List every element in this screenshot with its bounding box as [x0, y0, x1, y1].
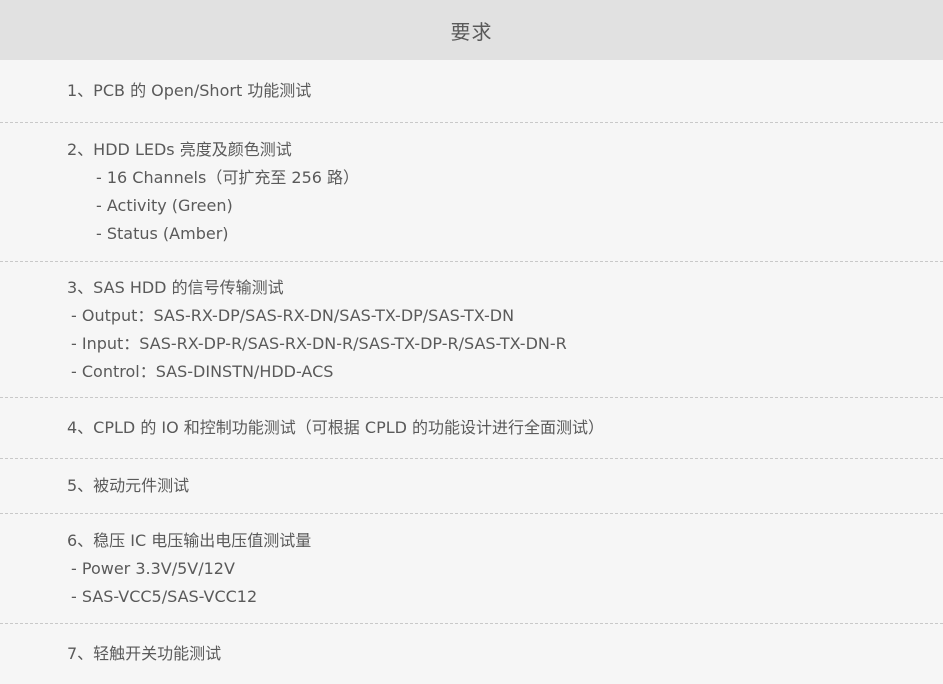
requirement-row-1: 1、PCB 的 Open/Short 功能测试	[0, 60, 943, 123]
requirement-title-4: 4、CPLD 的 IO 和控制功能测试（可根据 CPLD 的功能设计进行全面测试…	[67, 418, 605, 437]
header-title: 要求	[450, 19, 493, 44]
requirement-row-4: 4、CPLD 的 IO 和控制功能测试（可根据 CPLD 的功能设计进行全面测试…	[0, 398, 943, 459]
requirement-row-7: 7、轻触开关功能测试	[0, 624, 943, 684]
requirement-2-detail-1: - 16 Channels（可扩充至 256 路）	[96, 168, 360, 187]
requirement-row-3: 3、SAS HDD 的信号传输测试 - Output：SAS-RX-DP/SAS…	[0, 262, 943, 398]
requirement-3-detail-3: - Control：SAS-DINSTN/HDD-ACS	[71, 361, 334, 381]
requirement-3-detail-2: - Input：SAS-RX-DP-R/SAS-RX-DN-R/SAS-TX-D…	[71, 333, 567, 353]
requirement-row-6: 6、稳压 IC 电压输出电压值测试量 - Power 3.3V/5V/12V -…	[0, 514, 943, 624]
requirement-6-detail-1: - Power 3.3V/5V/12V	[71, 558, 235, 578]
requirement-title-2: 2、HDD LEDs 亮度及颜色测试	[67, 140, 292, 159]
requirement-title-1: 1、PCB 的 Open/Short 功能测试	[67, 81, 312, 100]
table-header: 要求	[0, 0, 943, 60]
requirement-2-detail-2: - Activity (Green)	[96, 196, 233, 215]
requirements-list: 1、PCB 的 Open/Short 功能测试 2、HDD LEDs 亮度及颜色…	[0, 60, 943, 684]
requirement-row-2: 2、HDD LEDs 亮度及颜色测试 - 16 Channels（可扩充至 25…	[0, 123, 943, 262]
requirement-6-detail-2: - SAS-VCC5/SAS-VCC12	[71, 586, 258, 606]
requirement-title-6: 6、稳压 IC 电压输出电压值测试量	[67, 530, 312, 550]
requirement-2-detail-3: - Status (Amber)	[96, 224, 229, 243]
requirements-page: 要求 1、PCB 的 Open/Short 功能测试 2、HDD LEDs 亮度…	[0, 0, 943, 684]
requirement-title-7: 7、轻触开关功能测试	[67, 644, 222, 663]
requirement-title-5: 5、被动元件测试	[67, 476, 190, 495]
requirement-row-5: 5、被动元件测试	[0, 459, 943, 514]
requirement-title-3: 3、SAS HDD 的信号传输测试	[67, 277, 284, 297]
requirement-3-detail-1: - Output：SAS-RX-DP/SAS-RX-DN/SAS-TX-DP/S…	[71, 305, 515, 325]
